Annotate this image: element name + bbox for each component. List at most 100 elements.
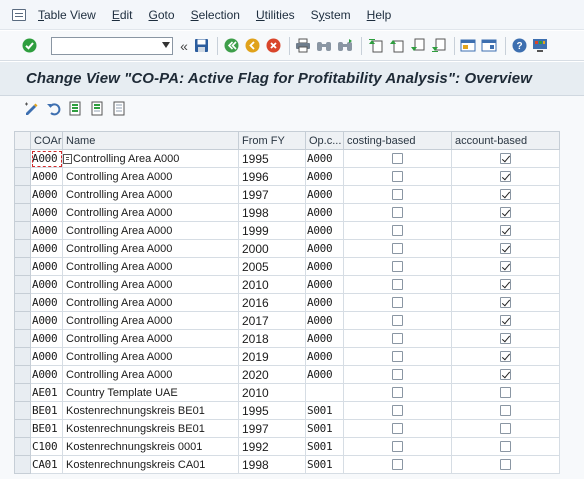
costing-based-checkbox[interactable] bbox=[392, 261, 403, 273]
account-based-checkbox[interactable] bbox=[500, 243, 511, 255]
cell-from-fy[interactable]: 1998 bbox=[238, 203, 306, 222]
cell-op-concern[interactable]: A000 bbox=[305, 149, 344, 168]
row-selector[interactable] bbox=[14, 455, 31, 474]
cell-coar[interactable]: A000 bbox=[30, 167, 63, 186]
column-header-name[interactable]: Name bbox=[62, 131, 239, 150]
cell-op-concern[interactable]: A000 bbox=[305, 293, 344, 312]
cell-op-concern[interactable]: S001 bbox=[305, 455, 344, 474]
costing-based-checkbox[interactable] bbox=[392, 153, 403, 165]
table-row[interactable]: A000 Controlling Area A000 2020 A000 bbox=[14, 365, 560, 384]
account-based-checkbox[interactable] bbox=[500, 459, 511, 471]
row-selector[interactable] bbox=[14, 347, 31, 366]
menu-utilities[interactable]: Utilities bbox=[256, 8, 295, 22]
column-header-account-based[interactable]: account-based bbox=[451, 131, 560, 150]
cell-from-fy[interactable]: 1998 bbox=[238, 455, 306, 474]
cell-coar[interactable]: A000 bbox=[30, 257, 63, 276]
system-menu-icon[interactable] bbox=[12, 8, 26, 21]
cell-from-fy[interactable]: 2010 bbox=[238, 383, 306, 402]
row-selector[interactable] bbox=[14, 329, 31, 348]
account-based-checkbox[interactable] bbox=[500, 423, 511, 435]
menu-system[interactable]: System bbox=[311, 8, 351, 22]
help-icon[interactable]: ? bbox=[510, 37, 528, 55]
table-row[interactable]: A000 Controlling Area A000 1995 A000 bbox=[14, 149, 560, 168]
costing-based-checkbox[interactable] bbox=[392, 333, 403, 345]
table-row[interactable]: A000 Controlling Area A000 1999 A000 bbox=[14, 221, 560, 240]
command-dropdown-icon[interactable] bbox=[162, 41, 170, 48]
row-selector[interactable] bbox=[14, 401, 31, 420]
collapse-command-icon[interactable]: « bbox=[179, 37, 189, 55]
cell-from-fy[interactable]: 1997 bbox=[238, 419, 306, 438]
cell-coar[interactable]: A000 bbox=[30, 311, 63, 330]
account-based-checkbox[interactable] bbox=[500, 351, 511, 363]
cell-coar[interactable]: A000 bbox=[30, 329, 63, 348]
cell-op-concern[interactable]: A000 bbox=[305, 185, 344, 204]
account-based-checkbox[interactable] bbox=[500, 369, 511, 381]
first-page-icon[interactable] bbox=[366, 37, 384, 55]
costing-based-checkbox[interactable] bbox=[392, 351, 403, 363]
row-selector[interactable] bbox=[14, 365, 31, 384]
account-based-checkbox[interactable] bbox=[500, 261, 511, 273]
cell-coar[interactable]: AE01 bbox=[30, 383, 63, 402]
cell-coar[interactable]: A000 bbox=[30, 239, 63, 258]
account-based-checkbox[interactable] bbox=[500, 207, 511, 219]
costing-based-checkbox[interactable] bbox=[392, 297, 403, 309]
table-row[interactable]: A000 Controlling Area A000 2019 A000 bbox=[14, 347, 560, 366]
account-based-checkbox[interactable] bbox=[500, 189, 511, 201]
costing-based-checkbox[interactable] bbox=[392, 459, 403, 471]
account-based-checkbox[interactable] bbox=[500, 315, 511, 327]
select-all-icon[interactable] bbox=[66, 99, 84, 117]
costing-based-checkbox[interactable] bbox=[392, 441, 403, 453]
cell-from-fy[interactable]: 2016 bbox=[238, 293, 306, 312]
cell-from-fy[interactable]: 2010 bbox=[238, 275, 306, 294]
account-based-checkbox[interactable] bbox=[500, 333, 511, 345]
cell-from-fy[interactable]: 2018 bbox=[238, 329, 306, 348]
command-field[interactable] bbox=[51, 36, 173, 55]
save-icon[interactable] bbox=[192, 37, 210, 55]
cell-from-fy[interactable]: 1997 bbox=[238, 185, 306, 204]
menu-edit[interactable]: Edit bbox=[112, 8, 133, 22]
account-based-checkbox[interactable] bbox=[500, 153, 511, 165]
table-row[interactable]: BE01 Kostenrechnungskreis BE01 1997 S001 bbox=[14, 419, 560, 438]
costing-based-checkbox[interactable] bbox=[392, 243, 403, 255]
cell-coar[interactable]: A000 bbox=[30, 365, 63, 384]
cell-op-concern[interactable]: A000 bbox=[305, 167, 344, 186]
find-next-icon[interactable] bbox=[336, 37, 354, 55]
row-selector[interactable] bbox=[14, 419, 31, 438]
deselect-all-icon[interactable] bbox=[110, 99, 128, 117]
table-row[interactable]: AE01 Country Template UAE 2010 bbox=[14, 383, 560, 402]
cell-op-concern[interactable]: A000 bbox=[305, 347, 344, 366]
cell-coar[interactable]: A000 bbox=[30, 275, 63, 294]
cell-from-fy[interactable]: 1995 bbox=[238, 149, 306, 168]
table-row[interactable]: A000 Controlling Area A000 1998 A000 bbox=[14, 203, 560, 222]
enter-check-icon[interactable] bbox=[20, 37, 38, 55]
row-selector[interactable] bbox=[14, 257, 31, 276]
table-row[interactable]: A000 Controlling Area A000 2005 A000 bbox=[14, 257, 560, 276]
column-header-op-concern[interactable]: Op.c... bbox=[305, 131, 344, 150]
costing-based-checkbox[interactable] bbox=[392, 315, 403, 327]
cell-op-concern[interactable]: A000 bbox=[305, 311, 344, 330]
value-help-icon[interactable] bbox=[63, 153, 72, 164]
cell-coar[interactable]: A000 bbox=[30, 185, 63, 204]
table-row[interactable]: A000 Controlling Area A000 2016 A000 bbox=[14, 293, 560, 312]
account-based-checkbox[interactable] bbox=[500, 387, 511, 399]
cell-op-concern[interactable]: S001 bbox=[305, 401, 344, 420]
cell-op-concern[interactable]: A000 bbox=[305, 203, 344, 222]
cell-op-concern[interactable] bbox=[305, 383, 344, 402]
row-selector[interactable] bbox=[14, 221, 31, 240]
costing-based-checkbox[interactable] bbox=[392, 369, 403, 381]
print-icon[interactable] bbox=[294, 37, 312, 55]
cell-coar[interactable]: A000 bbox=[30, 293, 63, 312]
cell-coar[interactable]: A000 bbox=[30, 347, 63, 366]
table-row[interactable]: BE01 Kostenrechnungskreis BE01 1995 S001 bbox=[14, 401, 560, 420]
cell-from-fy[interactable]: 2019 bbox=[238, 347, 306, 366]
row-selector[interactable] bbox=[14, 275, 31, 294]
undo-icon[interactable] bbox=[44, 99, 62, 117]
account-based-checkbox[interactable] bbox=[500, 225, 511, 237]
exit-icon[interactable] bbox=[243, 37, 261, 55]
costing-based-checkbox[interactable] bbox=[392, 225, 403, 237]
cell-op-concern[interactable]: A000 bbox=[305, 221, 344, 240]
table-row[interactable]: A000 Controlling Area A000 1997 A000 bbox=[14, 185, 560, 204]
cell-from-fy[interactable]: 2020 bbox=[238, 365, 306, 384]
table-row[interactable]: CA01 Kostenrechnungskreis CA01 1998 S001 bbox=[14, 455, 560, 474]
shortcut-icon[interactable] bbox=[480, 37, 498, 55]
